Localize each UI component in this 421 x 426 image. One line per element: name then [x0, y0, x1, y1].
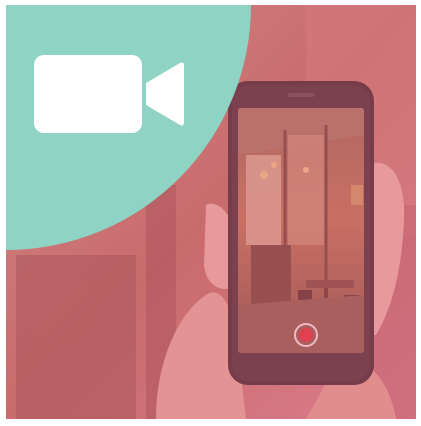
- promo-image: [6, 5, 416, 419]
